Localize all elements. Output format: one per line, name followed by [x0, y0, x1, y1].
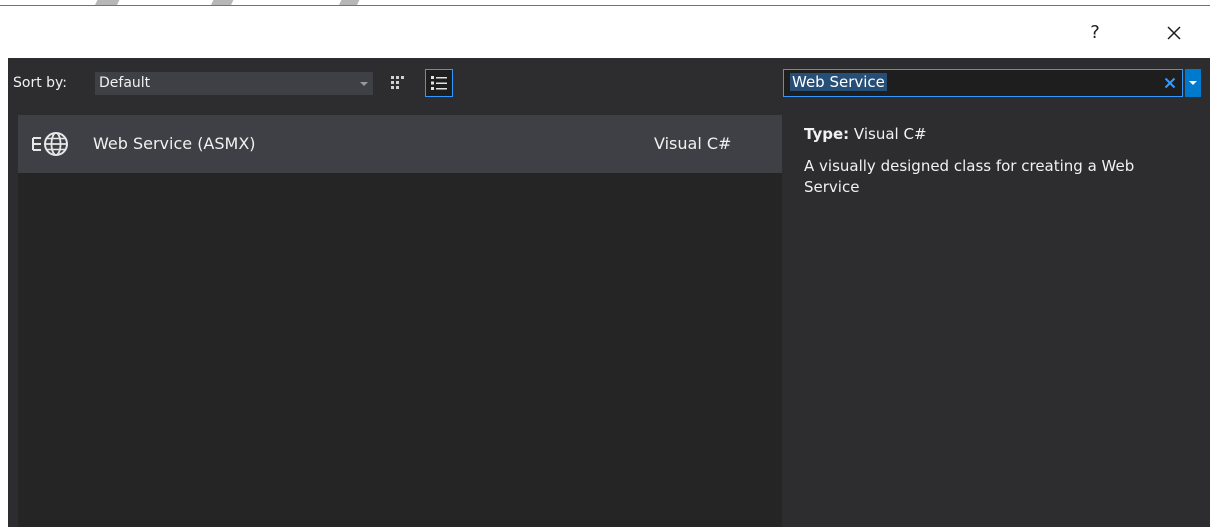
template-row[interactable]: Web Service (ASMX) Visual C#	[18, 115, 782, 173]
title-bar: ?	[0, 0, 1210, 58]
web-service-globe-icon	[32, 132, 68, 156]
small-icons-view-icon	[391, 76, 404, 89]
add-new-item-dialog: Sort by: Default Web Service Web Service…	[8, 58, 1210, 527]
chevron-down-icon	[1189, 81, 1197, 85]
list-view-button[interactable]	[425, 69, 453, 97]
template-description: A visually designed class for creating a…	[804, 157, 1135, 196]
template-list: Web Service (ASMX) Visual C#	[18, 115, 782, 527]
sort-by-value: Default	[99, 75, 151, 91]
chevron-down-icon	[360, 82, 368, 86]
close-icon	[1167, 26, 1181, 40]
close-icon	[1164, 77, 1176, 89]
close-button[interactable]	[1158, 18, 1190, 48]
small-icons-view-button[interactable]	[388, 72, 410, 94]
sort-by-label: Sort by:	[13, 75, 68, 91]
type-label: Type:	[804, 125, 850, 143]
template-name: Web Service (ASMX)	[93, 134, 256, 153]
search-input[interactable]: Web Service	[783, 69, 1183, 97]
search-history-dropdown[interactable]	[1185, 69, 1201, 97]
list-view-icon	[431, 76, 447, 90]
template-language: Visual C#	[654, 134, 732, 153]
clear-search-button[interactable]	[1160, 73, 1180, 93]
help-button[interactable]: ?	[1080, 18, 1110, 48]
title-bar-top-border	[0, 5, 1210, 6]
type-value: Visual C#	[853, 125, 927, 143]
sort-by-dropdown[interactable]: Default	[95, 72, 373, 95]
sort-toolbar: Sort by: Default	[8, 58, 480, 108]
template-details-pane: Type: Visual C# A visually designed clas…	[804, 124, 1184, 198]
template-type: Type: Visual C#	[804, 124, 1184, 144]
search-input-value: Web Service	[790, 73, 887, 91]
